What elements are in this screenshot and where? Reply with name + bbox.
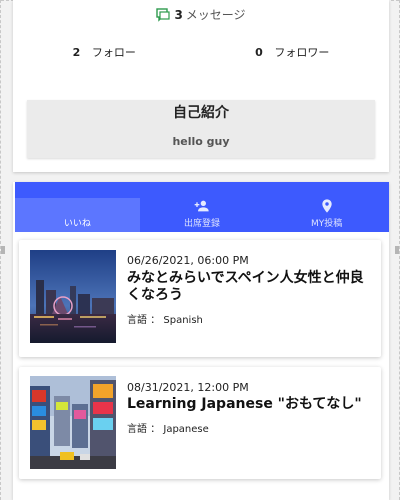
follower-stat[interactable]: 0 フォロワー xyxy=(255,44,329,60)
self-intro-text: hello guy xyxy=(172,135,230,148)
follower-label: フォロワー xyxy=(274,46,330,59)
post-language: 言語 ： Japanese xyxy=(127,420,209,435)
post-date: 08/31/2021, 12:00 PM xyxy=(127,381,249,394)
message-label: メッセージ xyxy=(185,8,246,22)
post-language-label: 言語 xyxy=(127,424,147,435)
message-icon xyxy=(156,7,171,22)
tab-my-posts[interactable]: MY投稿 xyxy=(264,182,389,232)
post-title: みなとみらいでスペイン人女性と仲良くなろう xyxy=(127,270,364,303)
post-image-night-harbor xyxy=(30,250,116,343)
tab-bar: いいね 出席登録 MY投稿 xyxy=(15,182,389,372)
follower-count: 0 xyxy=(255,46,263,59)
post-language-value: Japanese xyxy=(163,424,209,435)
app-frame: 3 メッセージ 2 フォロー 0 フォロワー 自己紹介 hello guy いい… xyxy=(0,0,400,500)
self-intro-box: 自己紹介 hello guy xyxy=(27,100,375,158)
post-language-separator: ： xyxy=(150,424,161,435)
messages-link[interactable]: 3 メッセージ xyxy=(13,6,389,23)
post-language-value: Spanish xyxy=(163,315,203,326)
post-language: 言語 ： Spanish xyxy=(127,311,203,326)
post-date: 06/26/2021, 06:00 PM xyxy=(127,254,249,267)
resize-handle-left[interactable] xyxy=(1,246,5,254)
message-count: 3 xyxy=(174,7,183,22)
tab-attendance[interactable]: 出席登録 xyxy=(140,182,265,232)
tab-likes-label: いいね xyxy=(63,219,91,229)
self-intro-title: 自己紹介 xyxy=(173,105,229,121)
post-language-label: 言語 xyxy=(127,315,147,326)
resize-handle-right[interactable] xyxy=(395,246,399,254)
post-image-times-square xyxy=(30,376,116,469)
follow-stats: 2 フォロー 0 フォロワー xyxy=(13,44,389,60)
follow-stat[interactable]: 2 フォロー xyxy=(73,44,136,60)
post-language-separator: ： xyxy=(150,315,161,326)
follow-label: フォロー xyxy=(91,46,136,59)
tab-my-posts-label: MY投稿 xyxy=(311,219,343,229)
post-card[interactable]: 08/31/2021, 12:00 PM Learning Japanese "… xyxy=(19,367,381,479)
profile-card: 3 メッセージ 2 フォロー 0 フォロワー 自己紹介 hello guy xyxy=(13,0,389,172)
tab-attendance-label: 出席登録 xyxy=(184,219,221,229)
follow-count: 2 xyxy=(72,46,81,59)
location-pin-icon xyxy=(322,199,332,213)
tab-likes[interactable]: いいね xyxy=(15,198,140,372)
post-card[interactable]: 06/26/2021, 06:00 PM みなとみらいでスペイン人女性と仲良くな… xyxy=(19,240,381,357)
add-person-icon xyxy=(194,200,209,212)
post-title: Learning Japanese "おもてなし" xyxy=(127,396,362,412)
